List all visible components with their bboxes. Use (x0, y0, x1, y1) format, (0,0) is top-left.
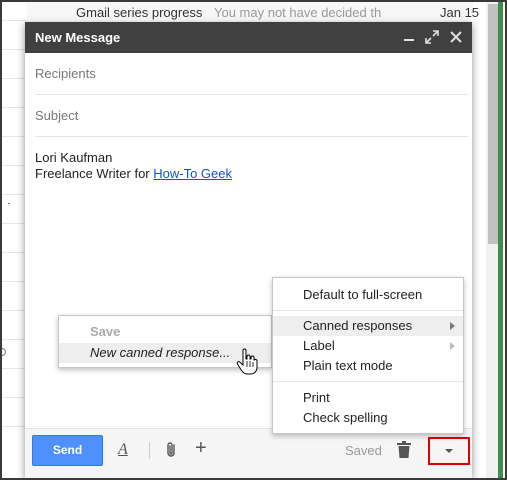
menu-item-label: Default to full-screen (303, 287, 423, 302)
menu-item-canned-responses[interactable]: Canned responses (273, 316, 463, 336)
inbox-row-date: Jan 15 (440, 5, 480, 20)
inbox-row[interactable]: Gmail series progress You may not have d… (27, 2, 479, 20)
menu-item-label: Check spelling (303, 410, 388, 425)
inbox-row-divider (2, 194, 27, 195)
chevron-down-icon (445, 449, 453, 453)
submenu-arrow-icon (450, 322, 455, 330)
inbox-row-divider (2, 310, 27, 311)
formatting-icon[interactable]: A (118, 441, 128, 459)
hand-cursor-icon (236, 348, 258, 376)
menu-item-label: Plain text mode (303, 358, 393, 373)
send-button[interactable]: Send (32, 435, 103, 466)
inbox-row-divider (2, 281, 27, 282)
inbox-row-divider (2, 397, 27, 398)
inbox-row-divider (2, 20, 27, 21)
inbox-row-divider (2, 339, 27, 340)
message-body[interactable]: Lori Kaufman Freelance Writer for How-To… (35, 150, 232, 182)
more-options-menu: Default to full-screen Canned responses … (272, 277, 464, 434)
signature-link[interactable]: How-To Geek (153, 166, 232, 181)
trash-icon[interactable] (397, 441, 411, 458)
menu-item-label: Canned responses (303, 318, 413, 333)
inbox-row-divider (2, 78, 27, 79)
signature-line: Freelance Writer for How-To Geek (35, 166, 232, 182)
inbox-row-divider (2, 368, 27, 369)
compose-header[interactable]: New Message (25, 22, 472, 53)
inbox-row-divider (2, 49, 27, 50)
inbox-row-divider (2, 136, 27, 137)
inbox-row-divider (2, 107, 27, 108)
subject-placeholder: Subject (35, 108, 79, 123)
inbox-row-divider (2, 165, 27, 166)
subject-field[interactable]: Subject (35, 95, 468, 137)
signature-name: Lori Kaufman (35, 150, 113, 165)
menu-item-default-full-screen[interactable]: Default to full-screen (273, 285, 463, 305)
menu-item-label: Print (303, 390, 330, 405)
divider (8, 203, 10, 204)
compose-title: New Message (35, 30, 121, 45)
menu-divider (273, 310, 463, 311)
recipients-placeholder: Recipients (35, 66, 96, 81)
inbox-row-divider (2, 223, 27, 224)
menu-item-label[interactable]: Label (273, 336, 463, 356)
menu-divider (273, 381, 463, 382)
recipients-field[interactable]: Recipients (35, 53, 468, 95)
menu-item-check-spelling[interactable]: Check spelling (273, 408, 463, 428)
menu-item-plain-text-mode[interactable]: Plain text mode (273, 356, 463, 376)
inbox-row-snippet: You may not have decided th (214, 5, 382, 20)
saved-status: Saved (345, 443, 382, 458)
signature-prefix: Freelance Writer for (35, 166, 154, 181)
toolbar-divider (149, 442, 150, 459)
menu-item-label-text: Label (303, 338, 335, 353)
menu-item-print[interactable]: Print (273, 388, 463, 408)
minimize-icon[interactable] (401, 29, 417, 45)
insert-more-icon[interactable]: + (195, 437, 207, 459)
radio-button[interactable] (2, 348, 6, 356)
fullscreen-icon[interactable] (424, 29, 440, 45)
close-icon[interactable] (448, 29, 464, 45)
submenu-item-save: Save (90, 324, 121, 339)
inbox-row-divider (2, 426, 27, 427)
inbox-row-divider (2, 252, 27, 253)
inbox-row-subject: Gmail series progress (76, 5, 203, 20)
more-options-button[interactable] (428, 437, 470, 465)
attach-icon[interactable] (164, 441, 180, 459)
submenu-arrow-icon (450, 342, 455, 350)
compose-toolbar: Send A + Saved (25, 428, 472, 478)
window-edge (498, 2, 503, 478)
